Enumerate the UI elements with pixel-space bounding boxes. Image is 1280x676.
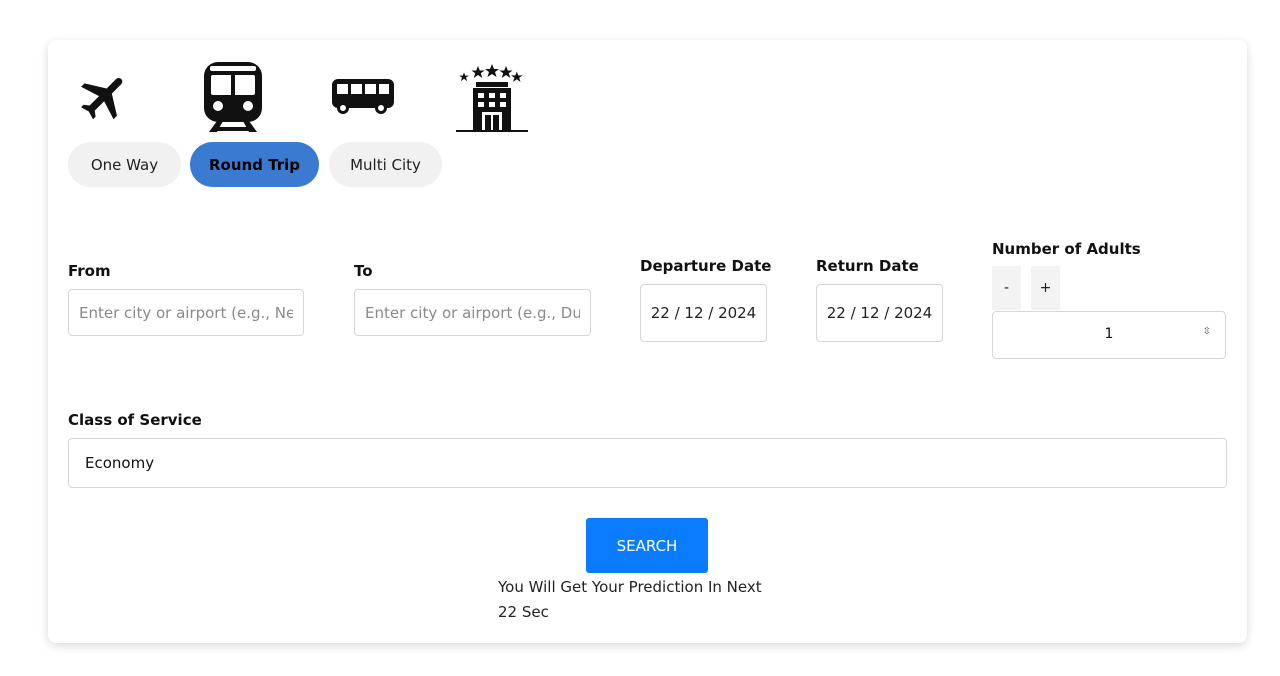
to-input[interactable] <box>354 289 591 336</box>
prediction-message: You Will Get Your Prediction In Next 22 … <box>498 575 818 625</box>
trip-type-round-trip[interactable]: Round Trip <box>190 142 319 187</box>
prediction-countdown: 22 Sec <box>498 603 549 621</box>
adults-decrement-button[interactable]: - <box>992 266 1021 310</box>
prediction-line-1: You Will Get Your Prediction In Next <box>498 578 762 596</box>
to-label: To <box>354 262 373 280</box>
trip-type-one-way[interactable]: One Way <box>68 142 181 187</box>
class-of-service-label: Class of Service <box>68 411 202 429</box>
bus-icon[interactable] <box>330 77 396 117</box>
trip-type-multi-city[interactable]: Multi City <box>329 142 442 187</box>
class-of-service-select[interactable]: Economy <box>68 438 1227 488</box>
adults-label: Number of Adults <box>992 240 1141 258</box>
adults-number-input[interactable]: 1 ⇳ <box>992 311 1226 359</box>
departure-date-label: Departure Date <box>640 257 772 275</box>
spinner-icon[interactable]: ⇳ <box>1203 327 1211 337</box>
search-button[interactable]: SEARCH <box>586 518 708 573</box>
flight-icon[interactable] <box>76 68 134 126</box>
class-of-service-value: Economy <box>85 454 155 472</box>
train-icon[interactable] <box>203 61 263 133</box>
hotel-icon[interactable] <box>456 64 528 132</box>
adults-value: 1 <box>1104 326 1114 342</box>
booking-card: One Way Round Trip Multi City From To De… <box>48 40 1247 643</box>
departure-date-input[interactable]: 22 / 12 / 2024 <box>640 284 767 342</box>
return-date-input[interactable]: 22 / 12 / 2024 <box>816 284 943 342</box>
return-date-label: Return Date <box>816 257 919 275</box>
from-input[interactable] <box>68 289 304 336</box>
adults-increment-button[interactable]: + <box>1031 266 1060 310</box>
from-label: From <box>68 262 111 280</box>
